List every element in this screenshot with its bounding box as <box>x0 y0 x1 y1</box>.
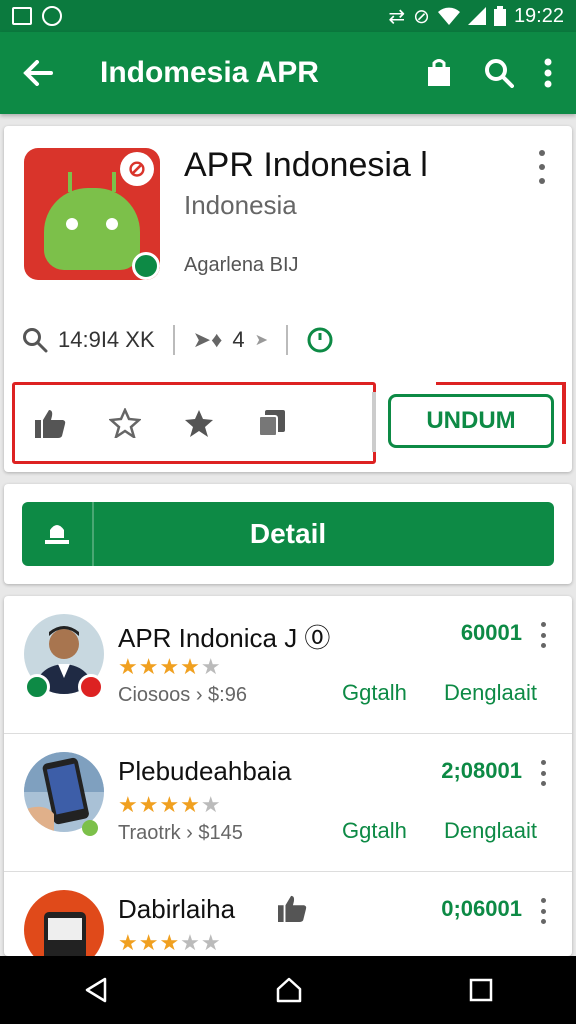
item-more-button[interactable] <box>538 898 548 924</box>
square-recents-icon <box>469 978 493 1002</box>
detail-icon-area <box>22 502 94 566</box>
no-entry-icon: ⊘ <box>120 152 154 186</box>
app-region: Indonesia <box>184 190 297 220</box>
info-clock-icon <box>307 327 333 353</box>
rating-value: 4 <box>232 327 245 352</box>
item-name: Plebudeahbaia <box>118 756 292 786</box>
item-count: 2;08001 <box>441 758 522 783</box>
related-apps-list: APR Indonica J ⓪ 60001 ★★★★★ Ciosoos › $… <box>4 596 572 956</box>
antenna-icon <box>112 172 116 192</box>
nav-recents-button[interactable] <box>469 978 493 1002</box>
rating-arrow-icon: ➤♦ <box>192 327 223 352</box>
item-name: Dabirlaiha <box>118 894 236 924</box>
app-more-button[interactable] <box>532 150 552 184</box>
home-badge-icon <box>24 674 50 700</box>
battery-icon <box>493 6 506 26</box>
app-icon: ⊘ <box>24 148 160 280</box>
like-button[interactable] <box>33 408 67 438</box>
item-price: Ciosoos › $:96 <box>118 684 247 706</box>
item-action-link[interactable]: Ggtalh <box>342 818 407 844</box>
app-name: APR Indonesia l <box>184 146 428 184</box>
divider <box>172 325 175 355</box>
favorite-button[interactable] <box>183 408 215 438</box>
star-outline-icon <box>109 408 141 438</box>
eye-icon <box>66 218 78 230</box>
status-bar: ⇄ ⊘ 19:22 <box>0 0 576 32</box>
highlight-mark <box>436 382 566 385</box>
quick-actions <box>12 382 376 464</box>
star-filled-icon <box>185 410 213 437</box>
list-item[interactable]: Dabirlaiha 0;06001 ★★★★★ <box>4 872 572 956</box>
arrow-icon: ➤ <box>254 332 268 349</box>
search-icon <box>485 59 514 88</box>
list-item[interactable]: Plebudeahbaia 2;08001 ★★★★★ Traotrk › $1… <box>4 734 572 872</box>
shield-icon <box>132 252 160 280</box>
thumb-up-icon <box>35 410 66 438</box>
item-price: Traotrk › $145 <box>118 822 243 844</box>
rating-stars: ★★★★★ <box>118 654 222 679</box>
rating-stars: ★★★★★ <box>118 930 222 955</box>
arrow-left-icon <box>23 60 53 86</box>
thumb-up-icon <box>276 894 308 927</box>
shop-button[interactable] <box>424 58 454 88</box>
detail-label: Detail <box>249 518 327 549</box>
gallery-notification-icon <box>12 7 32 25</box>
item-more-button[interactable] <box>538 760 548 786</box>
item-count: 60001 <box>460 620 522 645</box>
app-header-card: ⊘ APR Indonesia l Indonesia Agarlena BIJ… <box>4 126 572 472</box>
divider <box>285 325 288 355</box>
item-download-link[interactable]: Denglaait <box>444 818 537 844</box>
online-badge-icon <box>82 820 98 836</box>
eye-icon <box>106 218 118 230</box>
downloads-count: 14:9I4 XK <box>58 327 155 352</box>
app-bar: Indomesia APR <box>0 32 576 114</box>
item-download-link[interactable]: Denglaait <box>444 680 537 706</box>
search-icon <box>23 328 48 353</box>
item-more-button[interactable] <box>538 622 548 648</box>
phone-red-avatar <box>24 890 104 956</box>
item-name: APR Indonica J ⓪ <box>118 623 331 653</box>
detail-card: Detail <box>4 484 572 584</box>
more-vert-icon <box>544 58 552 88</box>
item-action-link[interactable]: Ggtalh <box>342 680 407 706</box>
heart-badge-icon <box>78 674 104 700</box>
signal-icon <box>467 7 486 25</box>
app-stats: 14:9I4 XK ➤♦ 4 ➤ <box>22 322 334 358</box>
bell-icon <box>45 525 69 544</box>
detail-button[interactable]: Detail <box>22 502 554 566</box>
dot <box>539 178 545 184</box>
rate-button[interactable] <box>109 408 141 438</box>
rating-stars: ★★★★★ <box>118 792 222 817</box>
copy-icon <box>258 410 285 437</box>
dot <box>539 150 545 156</box>
overflow-menu-button[interactable] <box>544 58 552 88</box>
sync-notification-icon <box>42 6 62 26</box>
antenna-icon <box>68 172 72 192</box>
page-title: Indomesia APR <box>100 56 319 89</box>
item-count: 0;06001 <box>441 896 522 921</box>
back-button[interactable] <box>0 60 76 86</box>
app-developer[interactable]: Agarlena BIJ <box>184 254 299 277</box>
vibrate-icon: ⇄ <box>388 5 406 28</box>
home-icon <box>276 977 302 1003</box>
nav-back-button[interactable] <box>83 976 109 1004</box>
divider <box>372 392 376 452</box>
android-icon <box>44 172 140 270</box>
no-signal-icon: ⊘ <box>413 5 430 28</box>
highlight-mark <box>562 382 566 444</box>
triangle-back-icon <box>85 977 107 1003</box>
copy-button[interactable] <box>257 408 287 438</box>
clock: 19:22 <box>513 4 564 27</box>
dot <box>539 164 545 170</box>
nav-home-button[interactable] <box>275 976 303 1004</box>
shopping-bag-icon <box>428 59 450 86</box>
system-nav-bar <box>0 956 576 1024</box>
search-button[interactable] <box>484 58 514 88</box>
list-item[interactable]: APR Indonica J ⓪ 60001 ★★★★★ Ciosoos › $… <box>4 596 572 734</box>
wifi-icon <box>437 7 460 25</box>
download-button[interactable]: UNDUM <box>388 394 554 448</box>
